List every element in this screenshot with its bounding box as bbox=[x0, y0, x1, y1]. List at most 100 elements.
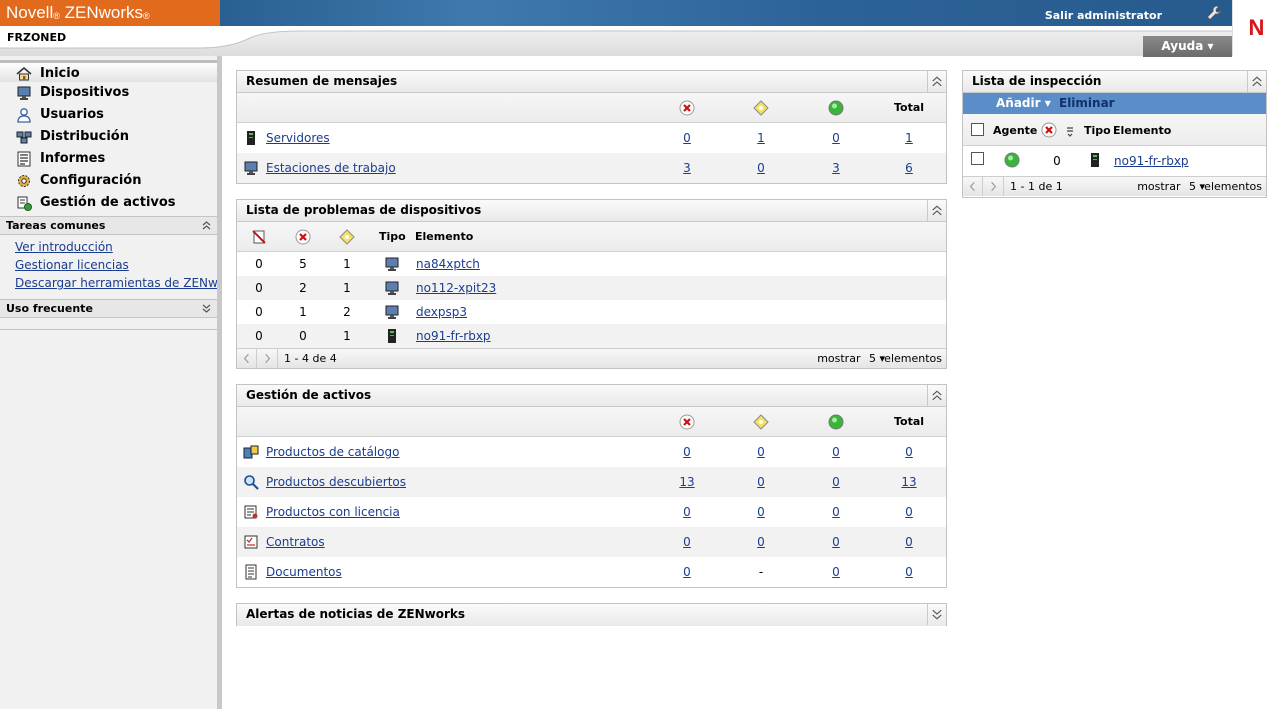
noncompliant-count: 0 bbox=[255, 257, 263, 271]
page-size-value: 5 bbox=[868, 352, 876, 365]
help-menu-button[interactable]: Ayuda ▾ bbox=[1143, 36, 1232, 57]
page-size-select[interactable]: mostrar 5 ▾ bbox=[817, 349, 885, 368]
agent-column-header[interactable]: Agente bbox=[993, 124, 1037, 137]
element-column-header[interactable]: Elemento bbox=[415, 230, 473, 243]
device-link[interactable]: dexpsp3 bbox=[416, 305, 467, 319]
next-page-icon[interactable] bbox=[258, 349, 278, 368]
sidebar-item-gestion-activos[interactable]: Gestión de activos bbox=[0, 192, 217, 214]
device-link[interactable]: no91-fr-rbxp bbox=[1114, 154, 1189, 168]
workstations-link[interactable]: Estaciones de trabajo bbox=[266, 161, 396, 175]
total-count[interactable]: 0 bbox=[891, 505, 927, 519]
sidebar-item-informes[interactable]: Informes bbox=[0, 148, 217, 170]
contract-icon bbox=[244, 535, 258, 549]
normal-count[interactable]: 0 bbox=[818, 535, 854, 549]
discovered-products-link[interactable]: Productos descubiertos bbox=[266, 475, 406, 489]
contracts-link[interactable]: Contratos bbox=[266, 535, 325, 549]
warning-count[interactable]: 0 bbox=[743, 475, 779, 489]
device-link[interactable]: na84xptch bbox=[416, 257, 480, 271]
collapse-up-icon[interactable] bbox=[200, 219, 213, 232]
common-tasks-title: Tareas comunes bbox=[6, 219, 106, 232]
table-row: 0 no91-fr-rbxp bbox=[963, 146, 1266, 176]
remove-button[interactable]: Eliminar bbox=[1059, 93, 1115, 113]
catalog-products-link[interactable]: Productos de catálogo bbox=[266, 445, 399, 459]
total-count[interactable]: 0 bbox=[891, 445, 927, 459]
critical-count[interactable]: 0 bbox=[669, 565, 705, 579]
sidebar-item-configuracion[interactable]: Configuración bbox=[0, 170, 217, 192]
total-count[interactable]: 13 bbox=[891, 475, 927, 489]
critical-count[interactable]: 0 bbox=[669, 445, 705, 459]
bundle-icon bbox=[16, 131, 32, 144]
servers-total-count[interactable]: 1 bbox=[891, 131, 927, 145]
panel-header: Resumen de mensajes bbox=[237, 71, 946, 93]
collapse-up-icon[interactable] bbox=[927, 385, 946, 406]
servers-warning-count[interactable]: 1 bbox=[743, 131, 779, 145]
warning-count[interactable]: 0 bbox=[743, 505, 779, 519]
normal-count[interactable]: 0 bbox=[818, 475, 854, 489]
table-row: 0 2 1 no112-xpit23 bbox=[237, 276, 946, 300]
page-size-select[interactable]: mostrar 5 ▾ bbox=[1137, 177, 1205, 196]
expand-down-icon[interactable] bbox=[200, 302, 213, 315]
frequent-use-header[interactable]: Uso frecuente bbox=[0, 299, 217, 318]
critical-count[interactable]: 0 bbox=[669, 535, 705, 549]
sidebar-item-dispositivos[interactable]: Dispositivos bbox=[0, 82, 217, 104]
zone-name: FRZONED bbox=[7, 31, 67, 44]
critical-icon[interactable] bbox=[295, 229, 311, 245]
sidebar-item-usuarios[interactable]: Usuarios bbox=[0, 104, 217, 126]
workstations-warning-count[interactable]: 0 bbox=[743, 161, 779, 175]
sidebar-item-distribucion[interactable]: Distribución bbox=[0, 126, 217, 148]
normal-count[interactable]: 0 bbox=[818, 505, 854, 519]
type-column-header[interactable]: Tipo bbox=[1084, 124, 1111, 137]
pager: 1 - 1 de 1 mostrar 5 ▾ elementos bbox=[963, 176, 1266, 196]
next-page-icon[interactable] bbox=[984, 177, 1004, 196]
license-icon bbox=[244, 505, 258, 519]
select-all-checkbox[interactable] bbox=[971, 123, 984, 136]
licensed-products-link[interactable]: Productos con licencia bbox=[266, 505, 400, 519]
warning-icon[interactable] bbox=[339, 229, 355, 245]
previous-page-icon[interactable] bbox=[963, 177, 983, 196]
sidebar-item-inicio[interactable]: Inicio bbox=[0, 60, 217, 82]
workstations-total-count[interactable]: 6 bbox=[891, 161, 927, 175]
table-row: Servidores 0 1 0 1 bbox=[237, 123, 946, 153]
device-link[interactable]: no112-xpit23 bbox=[416, 281, 496, 295]
server-icon bbox=[1091, 153, 1099, 167]
task-link-download-tools[interactable]: Descargar herramientas de ZENworks bbox=[0, 274, 217, 292]
device-link[interactable]: no91-fr-rbxp bbox=[416, 329, 491, 343]
sort-icon[interactable] bbox=[1065, 124, 1075, 138]
warning-count[interactable]: 0 bbox=[743, 445, 779, 459]
row-checkbox[interactable] bbox=[971, 152, 984, 165]
asset-icon bbox=[17, 196, 32, 211]
servers-critical-count[interactable]: 0 bbox=[669, 131, 705, 145]
expand-down-icon[interactable] bbox=[927, 604, 946, 625]
messages-summary-panel: Resumen de mensajes Total Servidores 0 1… bbox=[236, 70, 947, 184]
non-compliant-icon[interactable] bbox=[251, 229, 267, 245]
task-link-licenses[interactable]: Gestionar licencias bbox=[0, 256, 217, 274]
critical-icon[interactable] bbox=[1041, 122, 1057, 138]
add-menu-button[interactable]: Añadir ▾ bbox=[996, 93, 1051, 113]
workstations-critical-count[interactable]: 3 bbox=[669, 161, 705, 175]
product-mark: ® bbox=[143, 11, 150, 21]
normal-count[interactable]: 0 bbox=[818, 445, 854, 459]
previous-page-icon[interactable] bbox=[237, 349, 257, 368]
type-column-header[interactable]: Tipo bbox=[379, 230, 406, 243]
total-count[interactable]: 0 bbox=[891, 565, 927, 579]
warning-count: 1 bbox=[343, 329, 351, 343]
logout-link[interactable]: Salir administrator bbox=[1045, 9, 1162, 22]
ok-icon bbox=[828, 414, 844, 430]
collapse-up-icon[interactable] bbox=[927, 71, 946, 92]
critical-count[interactable]: 13 bbox=[669, 475, 705, 489]
warning-count[interactable]: 0 bbox=[743, 535, 779, 549]
workstations-normal-count[interactable]: 3 bbox=[818, 161, 854, 175]
chevron-down-icon: ▾ bbox=[1044, 96, 1051, 110]
collapse-up-icon[interactable] bbox=[1247, 71, 1266, 92]
common-tasks-header[interactable]: Tareas comunes bbox=[0, 216, 217, 235]
task-link-intro[interactable]: Ver introducción bbox=[0, 238, 217, 256]
servers-link[interactable]: Servidores bbox=[266, 131, 330, 145]
element-column-header[interactable]: Elemento bbox=[1113, 124, 1171, 137]
total-count[interactable]: 0 bbox=[891, 535, 927, 549]
servers-normal-count[interactable]: 0 bbox=[818, 131, 854, 145]
normal-count[interactable]: 0 bbox=[818, 565, 854, 579]
wrench-icon[interactable] bbox=[1206, 5, 1222, 21]
collapse-up-icon[interactable] bbox=[927, 200, 946, 221]
documents-link[interactable]: Documentos bbox=[266, 565, 342, 579]
critical-count[interactable]: 0 bbox=[669, 505, 705, 519]
